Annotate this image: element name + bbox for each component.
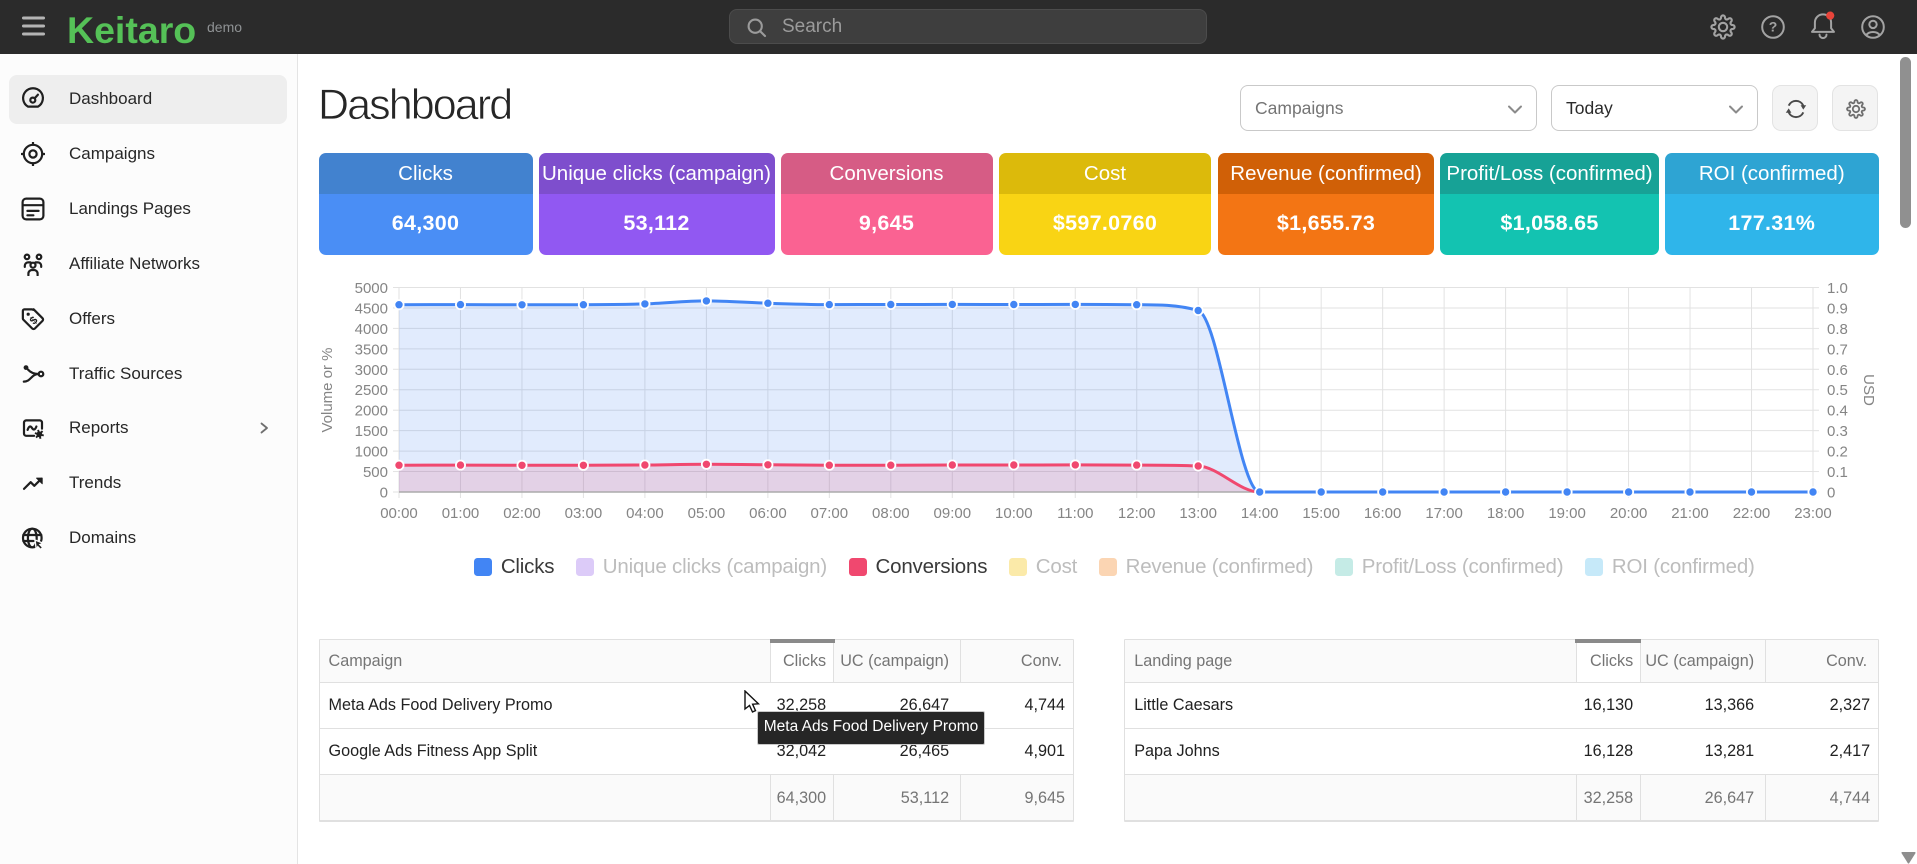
svg-text:3000: 3000 bbox=[355, 362, 388, 379]
svg-text:2500: 2500 bbox=[355, 382, 388, 399]
svg-text:12:00: 12:00 bbox=[1118, 505, 1156, 522]
svg-text:500: 500 bbox=[363, 464, 388, 481]
svg-text:16:00: 16:00 bbox=[1364, 505, 1402, 522]
svg-text:04:00: 04:00 bbox=[626, 505, 664, 522]
svg-text:1500: 1500 bbox=[355, 423, 388, 440]
svg-text:0.7: 0.7 bbox=[1827, 341, 1848, 358]
svg-text:0.8: 0.8 bbox=[1827, 321, 1848, 338]
svg-text:18:00: 18:00 bbox=[1487, 505, 1525, 522]
svg-text:17:00: 17:00 bbox=[1425, 505, 1463, 522]
svg-text:5000: 5000 bbox=[355, 280, 388, 297]
svg-text:0.6: 0.6 bbox=[1827, 362, 1848, 379]
svg-text:02:00: 02:00 bbox=[503, 505, 541, 522]
svg-text:01:00: 01:00 bbox=[442, 505, 480, 522]
svg-text:23:00: 23:00 bbox=[1794, 505, 1832, 522]
svg-text:13:00: 13:00 bbox=[1179, 505, 1217, 522]
svg-text:2000: 2000 bbox=[355, 403, 388, 420]
svg-text:08:00: 08:00 bbox=[872, 505, 910, 522]
svg-text:Volume or %: Volume or % bbox=[319, 347, 336, 432]
svg-text:20:00: 20:00 bbox=[1610, 505, 1648, 522]
svg-text:22:00: 22:00 bbox=[1733, 505, 1771, 522]
svg-text:00:00: 00:00 bbox=[380, 505, 418, 522]
svg-text:0.9: 0.9 bbox=[1827, 300, 1848, 317]
svg-text:06:00: 06:00 bbox=[749, 505, 787, 522]
svg-text:4500: 4500 bbox=[355, 300, 388, 317]
svg-text:0: 0 bbox=[1827, 485, 1835, 502]
svg-text:0.4: 0.4 bbox=[1827, 403, 1848, 420]
svg-text:USD: USD bbox=[1860, 374, 1877, 406]
svg-text:09:00: 09:00 bbox=[934, 505, 972, 522]
svg-text:07:00: 07:00 bbox=[811, 505, 849, 522]
svg-text:0.2: 0.2 bbox=[1827, 444, 1848, 461]
svg-text:14:00: 14:00 bbox=[1241, 505, 1279, 522]
svg-text:1000: 1000 bbox=[355, 444, 388, 461]
svg-text:11:00: 11:00 bbox=[1057, 505, 1093, 522]
svg-text:1.0: 1.0 bbox=[1827, 280, 1848, 297]
svg-text:3500: 3500 bbox=[355, 341, 388, 358]
svg-text:21:00: 21:00 bbox=[1671, 505, 1709, 522]
svg-text:0.5: 0.5 bbox=[1827, 382, 1848, 399]
svg-text:19:00: 19:00 bbox=[1548, 505, 1586, 522]
svg-text:4000: 4000 bbox=[355, 321, 388, 338]
svg-text:0.1: 0.1 bbox=[1827, 464, 1848, 481]
svg-text:0: 0 bbox=[380, 485, 388, 502]
svg-text:10:00: 10:00 bbox=[995, 505, 1033, 522]
svg-text:03:00: 03:00 bbox=[565, 505, 603, 522]
svg-text:05:00: 05:00 bbox=[688, 505, 726, 522]
svg-text:15:00: 15:00 bbox=[1302, 505, 1340, 522]
svg-text:0.3: 0.3 bbox=[1827, 423, 1848, 440]
